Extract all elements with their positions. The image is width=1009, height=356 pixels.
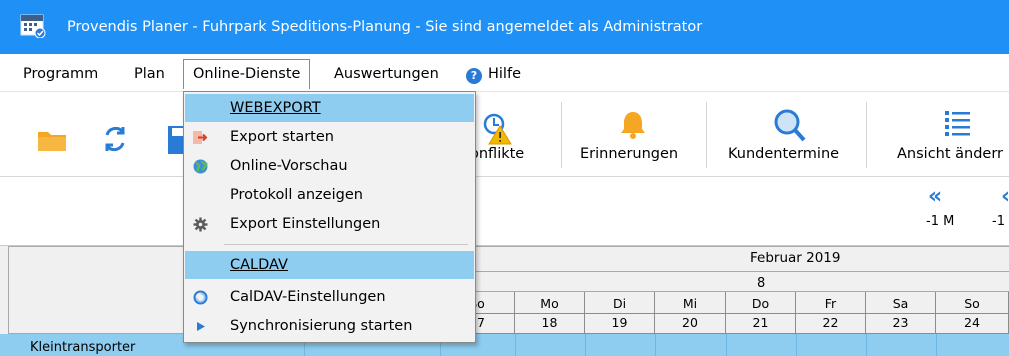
folder-icon[interactable] [37,128,67,152]
group-row-divider [936,334,937,356]
day-name: Fr [824,296,837,311]
caldav-einstellungen-item[interactable]: CalDAV-Einstellungen [185,283,474,311]
protokoll-anzeigen-label: Protokoll anzeigen [230,187,363,203]
day-name: Do [751,296,770,311]
day-number: 21 [726,313,795,330]
group-row-label: Kleintransporter [30,340,136,355]
help-icon: ? [466,68,482,84]
export-einstellungen-label: Export Einstellungen [230,216,381,232]
magnifier-icon[interactable] [773,108,807,144]
erinnerungen-button[interactable]: Erinnerungen [580,146,678,162]
toolbar-separator [706,102,707,168]
list-icon[interactable] [945,110,971,136]
day-number: 23 [866,313,935,330]
navigation-bar: « -1 M ‹ -1 [0,178,1009,246]
day-name: Mo [540,296,559,311]
group-row[interactable]: Kleintransporter [0,334,1009,356]
double-chevron-left-icon[interactable]: « [928,184,942,209]
gear-icon [193,217,208,232]
day-column[interactable]: Di 19 [585,292,655,334]
synchronisierung-starten-label: Synchronisierung starten [230,318,413,334]
konflikte-button[interactable]: onflikte [470,146,524,162]
day-number: 20 [655,313,725,330]
export-einstellungen-item[interactable]: Export Einstellungen [185,210,474,238]
export-arrow-icon [193,131,208,144]
title-bar: Provendis Planer - Fuhrpark Speditions-P… [0,0,1009,54]
calendar-app-icon [20,14,46,38]
menu-online-dienste[interactable]: Online-Dienste [183,59,311,89]
window-title: Provendis Planer - Fuhrpark Speditions-P… [67,19,703,35]
menu-bar: Programm Plan Online-Dienste Auswertunge… [0,54,1009,92]
back-week-label[interactable]: -1 [992,214,1005,229]
webexport-header-label: WEBEXPORT [230,100,321,116]
toolbar-separator [561,102,562,168]
online-vorschau-label: Online-Vorschau [230,158,348,174]
caldav-header-label: CALDAV [230,257,288,273]
menu-plan[interactable]: Plan [134,62,165,86]
group-row-divider [796,334,797,356]
back-month-label[interactable]: -1 M [926,214,954,229]
ansicht-aendern-button[interactable]: Ansicht änderr [897,146,1003,162]
month-label: Februar 2019 [750,250,841,266]
toolbar-separator [866,102,867,168]
day-column[interactable]: Do 21 [726,292,796,334]
caldav-einstellungen-label: CalDAV-Einstellungen [230,289,386,305]
export-starten-label: Export starten [230,129,334,145]
webexport-header[interactable]: WEBEXPORT [185,94,474,122]
menu-separator [224,244,468,245]
day-name: So [964,296,980,311]
group-row-divider [585,334,586,356]
protokoll-anzeigen-item[interactable]: Protokoll anzeigen [185,181,474,209]
online-dienste-dropdown: WEBEXPORT Export starten Online-Vorschau… [183,91,476,343]
menu-programm[interactable]: Programm [23,62,98,86]
group-row-divider [655,334,656,356]
alarm-warning-icon[interactable] [480,110,516,146]
caldav-header[interactable]: CALDAV [185,251,474,279]
day-column[interactable]: Fr 22 [796,292,866,334]
toolbar: onflikte Erinnerungen Kundentermine Ansi… [0,92,1009,177]
day-number: 24 [936,313,1008,330]
day-column[interactable]: Mi 20 [655,292,726,334]
group-row-divider [866,334,867,356]
export-starten-item[interactable]: Export starten [185,123,474,151]
day-number: 22 [796,313,865,330]
play-icon [197,322,205,331]
day-number: 19 [585,313,654,330]
group-row-divider [726,334,727,356]
group-row-divider [515,334,516,356]
chevron-left-icon[interactable]: ‹ [1001,184,1009,209]
day-name: Sa [892,296,909,311]
online-vorschau-item[interactable]: Online-Vorschau [185,152,474,180]
synchronisierung-starten-item[interactable]: Synchronisierung starten [185,312,474,340]
globe-icon [193,159,208,174]
day-name: Mi [682,296,698,311]
refresh-icon[interactable] [100,123,130,155]
day-name: Di [612,296,627,311]
menu-hilfe[interactable]: ? Hilfe [466,62,521,86]
menu-hilfe-label: Hilfe [488,66,521,82]
week-label: 8 [757,276,766,291]
day-column[interactable]: Sa 23 [866,292,936,334]
kundentermine-button[interactable]: Kundentermine [728,146,839,162]
sync-circle-icon [193,290,208,305]
menu-auswertungen[interactable]: Auswertungen [334,62,439,86]
bell-icon[interactable] [619,110,647,140]
day-column[interactable]: So 24 [936,292,1009,334]
day-column[interactable]: Mo 18 [515,292,585,334]
day-number: 18 [515,313,584,330]
